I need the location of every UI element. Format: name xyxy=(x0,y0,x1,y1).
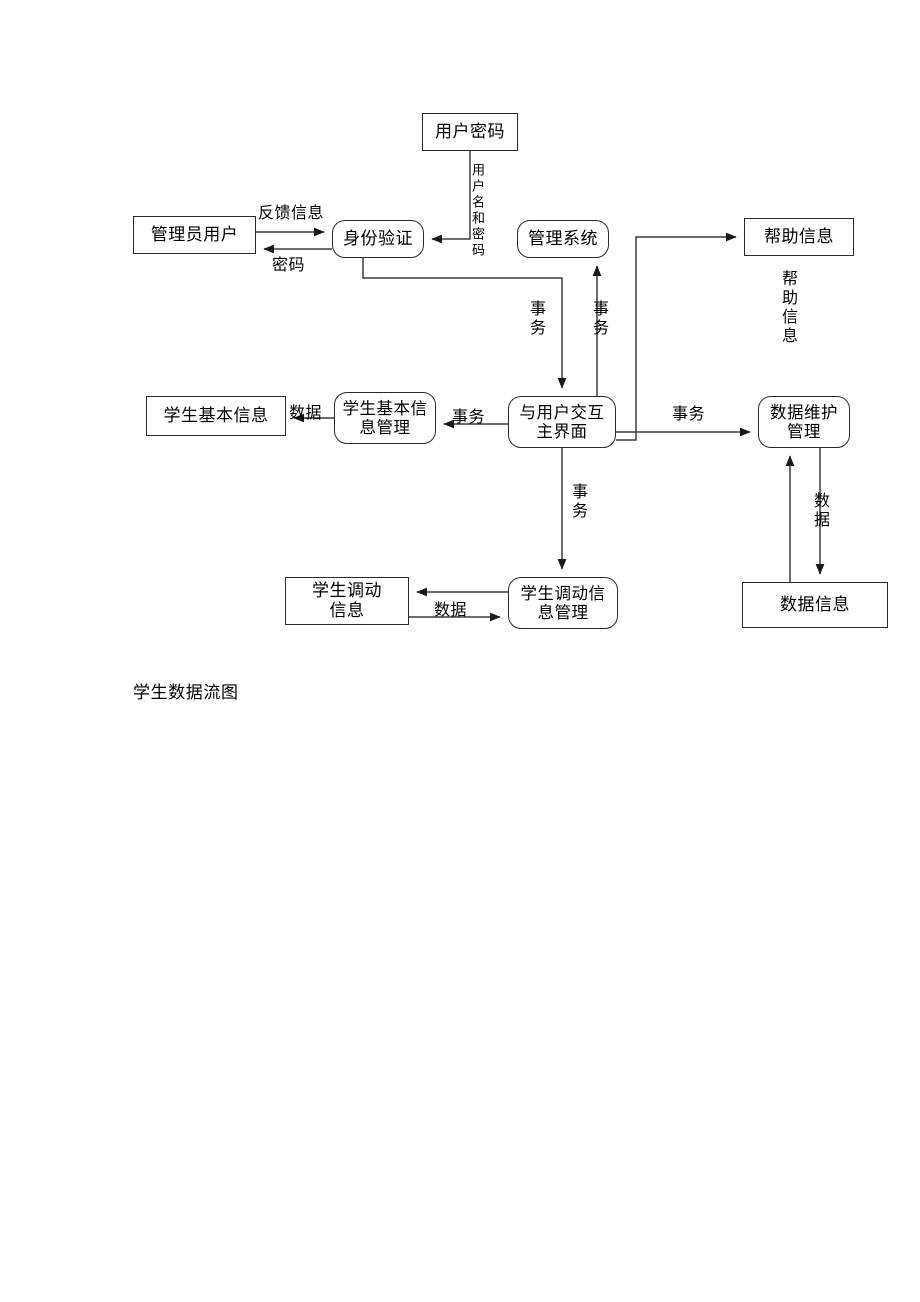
document-page: 用户密码 管理员用户 身份验证 管理系统 帮助信息 学生基本信息 学生基本信 息… xyxy=(0,0,920,1302)
node-student-basic-info-management[interactable]: 学生基本信 息管理 xyxy=(334,392,436,444)
figure-caption: 学生数据流图 xyxy=(133,683,239,702)
node-label: 数据信息 xyxy=(780,594,850,614)
node-user-password[interactable]: 用户密码 xyxy=(422,113,518,151)
node-label: 用户密码 xyxy=(435,121,505,141)
edge-label-feedback-info: 反馈信息 xyxy=(258,205,325,222)
node-label: 与用户交互 主界面 xyxy=(519,402,605,441)
node-authentication[interactable]: 身份验证 xyxy=(332,220,424,258)
edge-label-transaction-main-movemgmt: 事务 xyxy=(569,483,586,521)
edge-label-transaction-auth-main: 事务 xyxy=(527,300,544,338)
node-label: 数据维护 管理 xyxy=(770,402,838,441)
node-student-transfer-info-management[interactable]: 学生调动信 息管理 xyxy=(508,577,618,629)
edge-label-data-movemgmt-store: 数据 xyxy=(434,602,468,619)
node-data-info-store[interactable]: 数据信息 xyxy=(742,582,888,628)
edge-label-data-mirrored-text: 数据 xyxy=(289,405,323,422)
node-label: 学生调动信 息管理 xyxy=(520,583,606,622)
node-data-maintenance-management[interactable]: 数据维护 管理 xyxy=(758,396,850,448)
node-admin-user[interactable]: 管理员用户 xyxy=(133,216,256,254)
node-label: 学生基本信 息管理 xyxy=(342,398,428,437)
edge-label-data-basicmgmt-store: 数据 xyxy=(289,399,322,423)
node-management-system[interactable]: 管理系统 xyxy=(517,220,609,258)
edge-label-help-info-flow: 帮助信息 xyxy=(779,270,796,346)
edge-label-data-datainfo-maintain: 数据 xyxy=(811,492,828,530)
node-help-info[interactable]: 帮助信息 xyxy=(744,218,854,256)
node-student-transfer-info-store[interactable]: 学生调动 信息 xyxy=(285,577,409,625)
edge-label-transaction-main-mgmtsystem: 事务 xyxy=(590,300,607,338)
node-label: 管理员用户 xyxy=(150,224,239,244)
edge-label-username-and-password: 用户名和密码 xyxy=(470,163,485,259)
node-label: 身份验证 xyxy=(343,228,413,248)
node-label: 学生基本信息 xyxy=(163,405,269,425)
edge-label-transaction-main-datamaintain: 事务 xyxy=(672,406,706,423)
node-label: 帮助信息 xyxy=(764,226,834,246)
edge-label-transaction-main-basicmgmt: 事务 xyxy=(452,409,486,426)
node-label: 学生调动 信息 xyxy=(312,580,382,620)
node-label: 管理系统 xyxy=(528,228,598,248)
node-student-basic-info-store[interactable]: 学生基本信息 xyxy=(146,396,286,436)
node-main-interface[interactable]: 与用户交互 主界面 xyxy=(508,396,616,448)
edge-label-password: 密码 xyxy=(272,257,306,274)
edge-userpassword-to-auth xyxy=(431,151,471,244)
